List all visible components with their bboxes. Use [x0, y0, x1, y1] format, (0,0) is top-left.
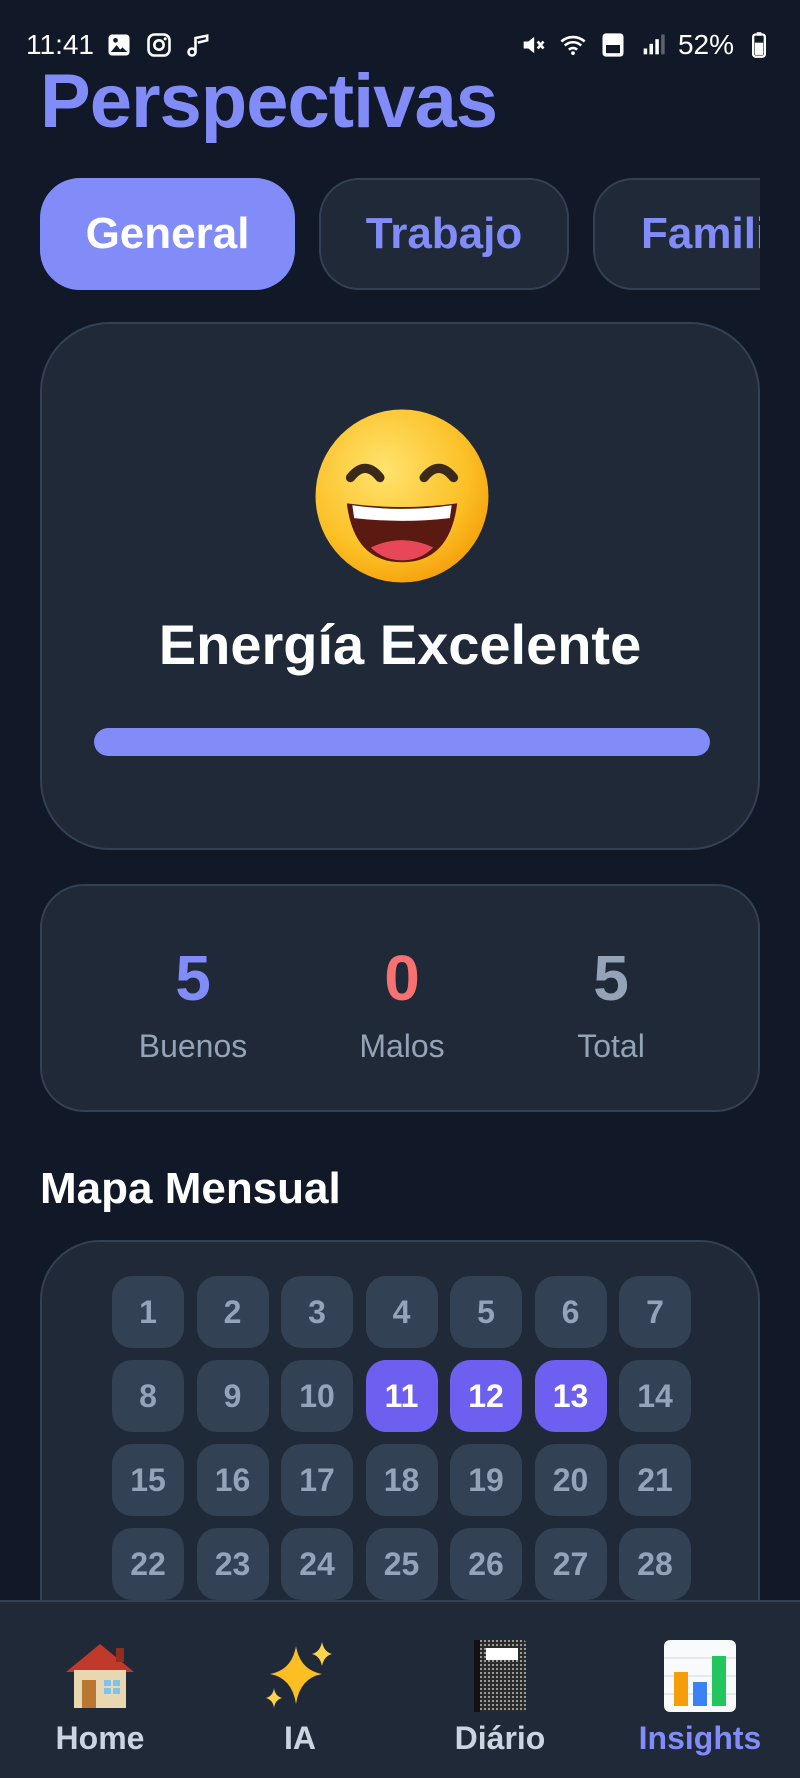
- calendar-day[interactable]: 22: [112, 1528, 184, 1600]
- nav-home[interactable]: Home: [0, 1602, 200, 1778]
- music-note-icon: [184, 30, 214, 60]
- calendar-day[interactable]: 17: [281, 1444, 353, 1516]
- nav-label: IA: [284, 1720, 316, 1756]
- calendar-day[interactable]: 21: [619, 1444, 691, 1516]
- status-bar-right: 52%: [518, 29, 774, 61]
- stat-label: Total: [577, 1028, 645, 1064]
- bar-chart-icon: [664, 1640, 736, 1712]
- calendar-day[interactable]: 13: [534, 1360, 607, 1432]
- nav-label: Diário: [454, 1720, 546, 1756]
- energy-progress-bar: [94, 728, 710, 756]
- stat-label: Buenos: [138, 1028, 248, 1064]
- grinning-face-smiling-eyes-icon: [315, 409, 489, 583]
- status-time: 11:41: [26, 29, 94, 60]
- monthly-calendar: 1 2 3 4 5 6 7 8 9 10 11 12 13 14 15 16 17 18 19 20 21 22 23 24 2…: [40, 1240, 760, 1660]
- calendar-day[interactable]: 25: [365, 1528, 438, 1600]
- calendar-day[interactable]: 27: [534, 1528, 607, 1600]
- nav-label: Insights: [638, 1720, 762, 1756]
- instagram-icon: [144, 30, 174, 60]
- volte-icon: [598, 30, 628, 60]
- mood-card: Energía Excelente: [40, 322, 760, 850]
- stat-malos: 0 Malos: [302, 946, 502, 1065]
- calendar-day[interactable]: 8: [112, 1360, 184, 1432]
- calendar-day[interactable]: 2: [196, 1276, 269, 1348]
- calendar-day[interactable]: 23: [196, 1528, 269, 1600]
- stats-card: 5 Buenos 0 Malos 5 Total: [40, 884, 760, 1112]
- bottom-navigation: Home IA Diário Insights: [0, 1600, 800, 1778]
- tab-trabajo[interactable]: Trabajo: [319, 178, 569, 290]
- tab-general[interactable]: General: [40, 178, 295, 290]
- nav-diario[interactable]: Diário: [400, 1602, 600, 1778]
- battery-icon: [744, 30, 774, 60]
- calendar-day[interactable]: 7: [619, 1276, 691, 1348]
- battery-percent: 52%: [677, 29, 734, 60]
- tab-familia[interactable]: Famili: [593, 178, 760, 290]
- calendar-day[interactable]: 6: [534, 1276, 607, 1348]
- monthly-map-title: Mapa Mensual: [40, 1164, 341, 1213]
- calendar-day[interactable]: 4: [365, 1276, 438, 1348]
- calendar-day[interactable]: 5: [450, 1276, 522, 1348]
- signal-icon: [638, 30, 668, 60]
- stat-value: 5: [175, 942, 211, 1014]
- stat-buenos: 5 Buenos: [93, 946, 293, 1065]
- nav-label: Home: [55, 1720, 145, 1756]
- sparkles-icon: [266, 1642, 332, 1708]
- status-bar-left: 11:41: [26, 29, 214, 61]
- calendar-day[interactable]: 18: [365, 1444, 438, 1516]
- calendar-day[interactable]: 9: [196, 1360, 269, 1432]
- calendar-day[interactable]: 20: [534, 1444, 607, 1516]
- stat-value: 0: [384, 942, 420, 1014]
- calendar-day[interactable]: 15: [112, 1444, 184, 1516]
- mood-title: Energía Excelente: [158, 613, 642, 676]
- calendar-grid: 1 2 3 4 5 6 7 8 9 10 11 12 13 14 15 16 17 18 19 20 21 22 23 24 2…: [112, 1276, 691, 1600]
- calendar-day[interactable]: 28: [619, 1528, 691, 1600]
- nav-insights[interactable]: Insights: [600, 1602, 800, 1778]
- house-icon: [66, 1644, 134, 1708]
- category-tabs: General Trabajo Famili: [40, 178, 760, 290]
- calendar-day[interactable]: 12: [450, 1360, 522, 1432]
- stat-value: 5: [593, 942, 629, 1014]
- calendar-day[interactable]: 16: [196, 1444, 269, 1516]
- calendar-day[interactable]: 26: [450, 1528, 522, 1600]
- calendar-day[interactable]: 1: [112, 1276, 184, 1348]
- stat-total: 5 Total: [511, 946, 711, 1065]
- page-title: Perspectivas: [40, 59, 498, 144]
- calendar-day[interactable]: 24: [281, 1528, 353, 1600]
- calendar-day[interactable]: 3: [281, 1276, 353, 1348]
- gallery-icon: [104, 30, 134, 60]
- nav-ia[interactable]: IA: [200, 1602, 400, 1778]
- notebook-icon: [474, 1640, 526, 1712]
- stat-label: Malos: [359, 1028, 445, 1064]
- mute-icon: [518, 30, 548, 60]
- wifi-icon: [558, 30, 588, 60]
- calendar-day[interactable]: 11: [365, 1360, 438, 1432]
- calendar-day[interactable]: 19: [450, 1444, 522, 1516]
- energy-progress-fill: [94, 728, 710, 756]
- calendar-day[interactable]: 14: [619, 1360, 691, 1432]
- calendar-day[interactable]: 10: [281, 1360, 353, 1432]
